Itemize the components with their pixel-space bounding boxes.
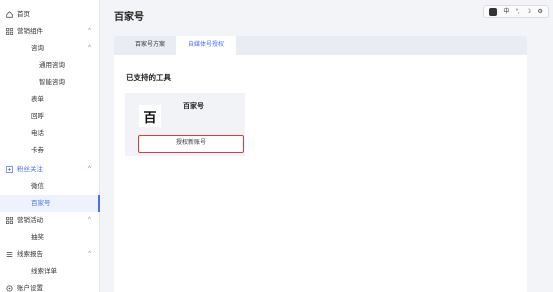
sidebar-item-coupon[interactable]: 卡券 bbox=[0, 142, 100, 159]
sidebar-item-form[interactable]: 表单 bbox=[0, 91, 100, 108]
sidebar-item-label: 通用咨询 bbox=[39, 62, 65, 69]
sidebar-item-leads-report[interactable]: 线索报告 ^ bbox=[0, 246, 100, 263]
sidebar-item-marketing-activity[interactable]: 营销活动 ^ bbox=[0, 212, 100, 229]
chevron-up-icon: ^ bbox=[88, 166, 91, 172]
section-title: 已支持的工具 bbox=[126, 73, 171, 82]
sidebar-item-label: 粉丝关注 bbox=[17, 166, 43, 173]
main-content: 已支持的工具 百 百家号 授权新账号 bbox=[114, 55, 527, 292]
tool-card-baijiahao: 百 百家号 授权新账号 bbox=[125, 93, 245, 156]
sidebar-item-label: 智能咨询 bbox=[39, 79, 65, 86]
tab-media-authorization[interactable]: 自媒体号授权 bbox=[176, 36, 236, 55]
active-indicator bbox=[98, 195, 100, 212]
home-icon bbox=[6, 11, 13, 18]
grid-icon bbox=[6, 217, 13, 224]
sidebar-item-baijiahao[interactable]: 百家号 bbox=[0, 195, 100, 212]
sidebar-item-label: 账户设置 bbox=[17, 285, 43, 292]
sidebar-item-smart-consult[interactable]: 智能咨询 bbox=[0, 74, 100, 91]
report-icon bbox=[6, 251, 13, 258]
chevron-up-icon: ^ bbox=[88, 251, 91, 257]
sidebar-item-label: 表单 bbox=[31, 96, 44, 103]
sidebar-item-lottery[interactable]: 抽奖 bbox=[0, 229, 100, 246]
tab-bar: 百家号方案 自媒体号授权 bbox=[114, 36, 527, 55]
page-title: 百家号 bbox=[114, 12, 144, 23]
chevron-up-icon: ^ bbox=[88, 217, 91, 223]
baijiahao-logo-icon: 百 bbox=[139, 105, 161, 127]
chevron-up-icon: ^ bbox=[88, 28, 91, 34]
fans-icon bbox=[6, 166, 13, 173]
sidebar-item-consult[interactable]: 咨询 ^ bbox=[0, 40, 100, 57]
app-logo-icon[interactable] bbox=[489, 7, 498, 16]
sidebar-item-phone[interactable]: 电话 bbox=[0, 125, 100, 142]
settings-icon bbox=[6, 285, 13, 292]
sidebar-item-label: 咨询 bbox=[31, 45, 44, 52]
sidebar-item-label: 首页 bbox=[17, 11, 30, 18]
sidebar-item-label: 线索报告 bbox=[17, 251, 43, 258]
sidebar-item-label: 微信 bbox=[31, 183, 44, 190]
grid-icon bbox=[6, 28, 13, 35]
sidebar: 首页 营销组件 ^ 咨询 ^ 通用咨询 智能咨询 表单 回呼 电话 卡券 粉丝关… bbox=[0, 0, 100, 292]
sidebar-item-callback[interactable]: 回呼 bbox=[0, 108, 100, 125]
sidebar-item-wechat[interactable]: 微信 bbox=[0, 178, 100, 195]
sidebar-item-fans[interactable]: 粉丝关注 ^ bbox=[0, 161, 100, 178]
sidebar-item-leads-detail[interactable]: 线索详单 bbox=[0, 263, 100, 280]
tab-baijiahao-plan[interactable]: 百家号方案 bbox=[120, 36, 180, 55]
sidebar-item-label: 百家号 bbox=[31, 200, 51, 207]
sidebar-item-label: 卡券 bbox=[31, 147, 44, 154]
sidebar-item-account-settings[interactable]: 账户设置 bbox=[0, 280, 100, 292]
sidebar-item-label: 营销组件 bbox=[17, 28, 43, 35]
gear-icon[interactable]: ⚙ bbox=[537, 9, 542, 15]
authorize-new-account-button[interactable]: 授权新账号 bbox=[138, 135, 244, 153]
sidebar-item-home[interactable]: 首页 bbox=[0, 6, 100, 23]
sidebar-item-label: 抽奖 bbox=[31, 234, 44, 241]
sidebar-item-label: 回呼 bbox=[31, 113, 44, 120]
sidebar-item-label: 线索详单 bbox=[31, 268, 57, 275]
sidebar-item-general-consult[interactable]: 通用咨询 bbox=[0, 57, 100, 74]
chevron-up-icon: ^ bbox=[88, 45, 91, 51]
moon-icon[interactable]: ☽ bbox=[526, 9, 531, 15]
tool-name: 百家号 bbox=[183, 103, 204, 110]
sidebar-item-label: 电话 bbox=[31, 130, 44, 137]
sidebar-item-marketing-components[interactable]: 营销组件 ^ bbox=[0, 23, 100, 40]
floating-toolbar: 中 °, ☽ ⚙ bbox=[483, 5, 549, 18]
language-toggle[interactable]: 中 bbox=[503, 9, 509, 15]
sidebar-item-label: 营销活动 bbox=[17, 217, 43, 224]
punctuation-toggle[interactable]: °, bbox=[516, 9, 520, 15]
